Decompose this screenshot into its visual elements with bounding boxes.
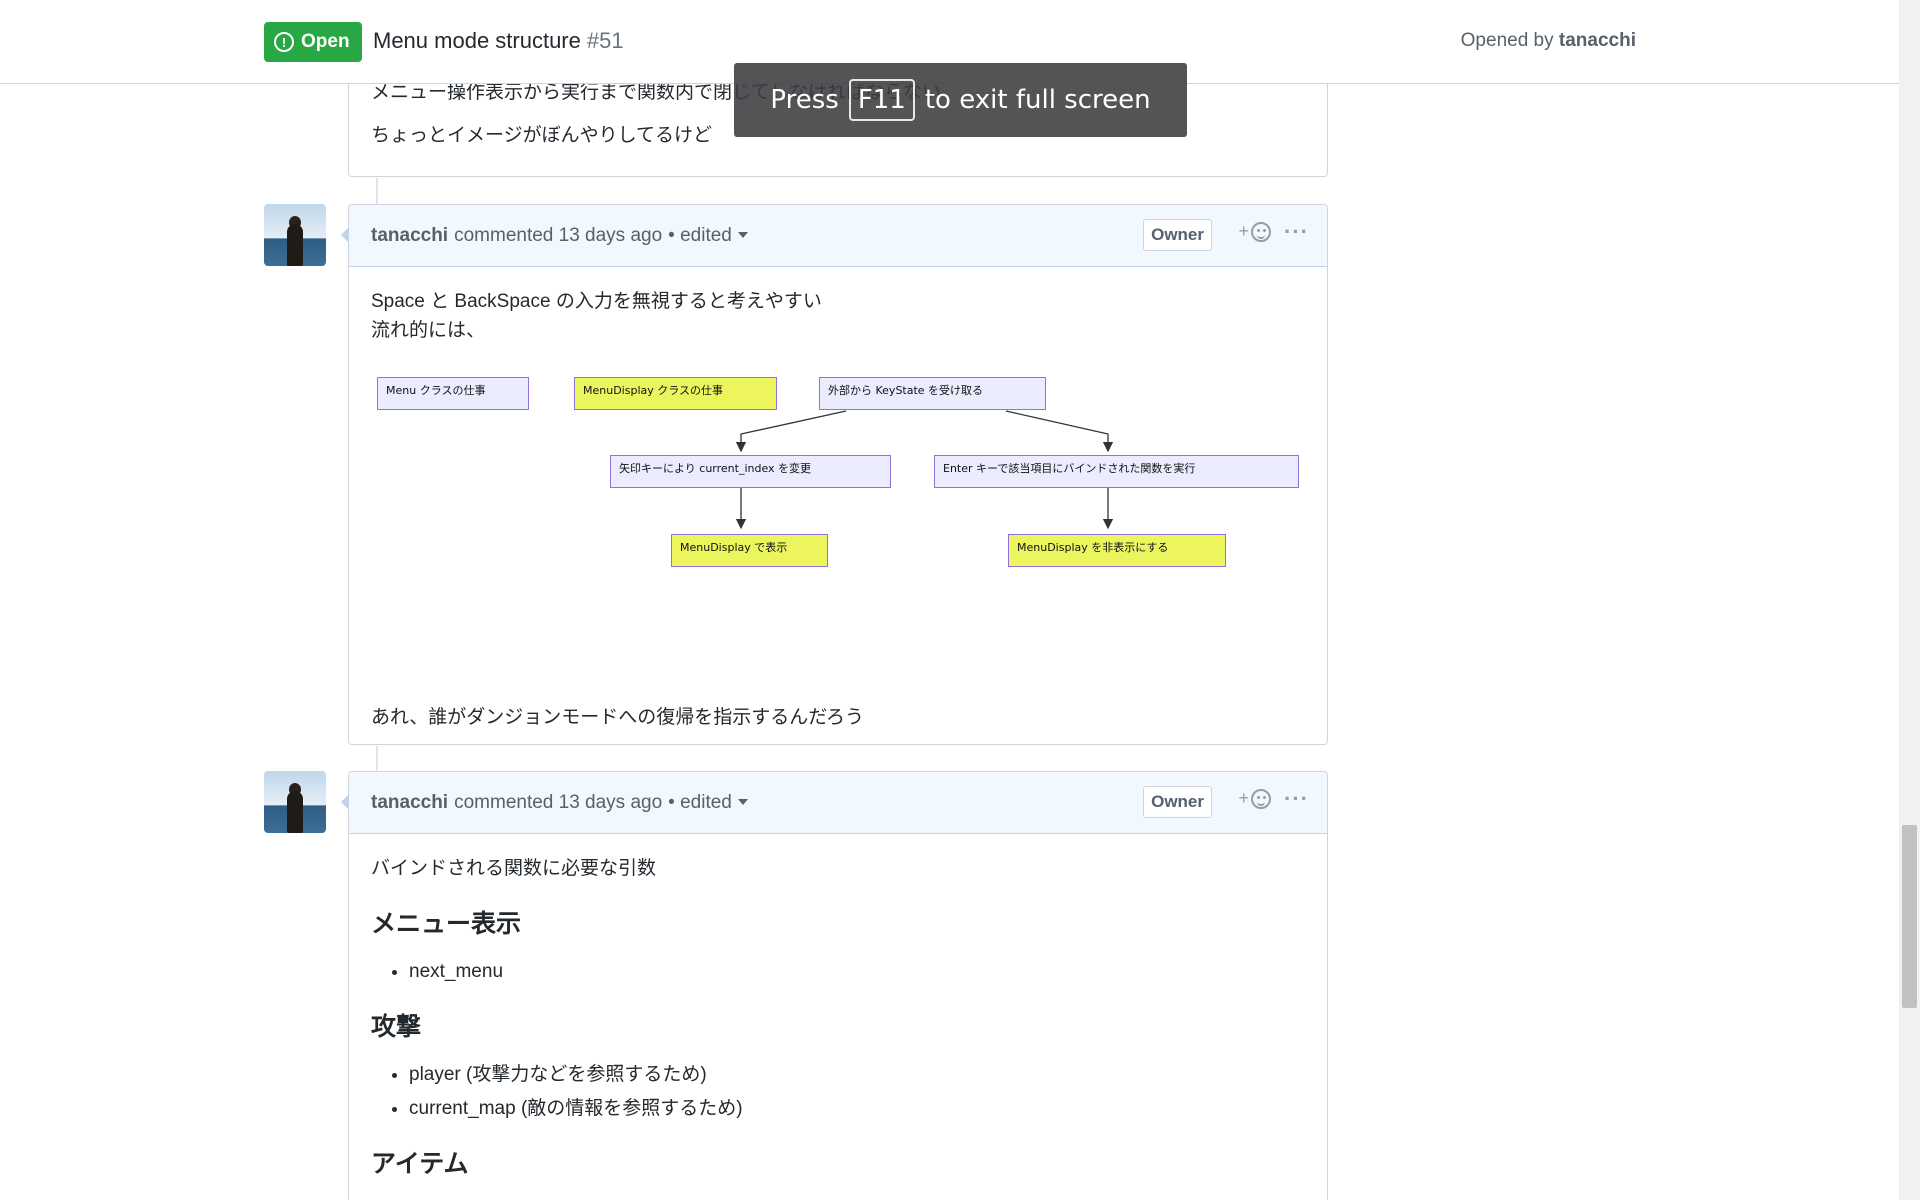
smiley-icon (1251, 221, 1271, 242)
fullscreen-notice-after: to exit full screen (924, 85, 1151, 115)
comment-author[interactable]: tanacchi (371, 792, 448, 814)
add-reaction-button[interactable]: + (1238, 221, 1271, 242)
comment-2: tanacchi commented 13 days ago • edited … (341, 771, 1328, 1200)
comment-line: あれ、誰がダンジョンモードへの復帰を指示するんだろう (371, 707, 865, 728)
owner-badge: Owner (1143, 786, 1212, 818)
comment-body: バインドされる関数に必要な引数 メニュー表示 next_menu 攻撃 play… (349, 834, 1327, 1200)
node-menu-class: Menu クラスの仕事 (377, 377, 529, 410)
page-scrollbar[interactable] (1899, 0, 1920, 1200)
comment-header: tanacchi commented 13 days ago • edited … (349, 772, 1327, 834)
edge-keystate-arrow (735, 410, 847, 453)
list-item: player (攻撃力などを参照するため) (409, 1060, 1305, 1089)
issue-title-text: Menu mode structure (373, 28, 581, 53)
edge-keystate-enter (1005, 410, 1114, 453)
flow-diagram: Menu クラスの仕事 MenuDisplay クラスの仕事 外部から KeyS… (371, 351, 1307, 651)
arg-list: next_menu (371, 957, 1305, 986)
fullscreen-key: F11 (848, 79, 915, 121)
issue-state-label: Open (301, 31, 350, 52)
node-display-show: MenuDisplay で表示 (671, 534, 828, 567)
comment-timestamp[interactable]: commented 13 days ago (454, 792, 662, 814)
comment-line: 流れ的には、 (371, 320, 486, 341)
node-menudisplay-class: MenuDisplay クラスの仕事 (574, 377, 777, 410)
comment-edited-dropdown[interactable]: • edited (668, 792, 748, 814)
opened-by-prefix: Opened by (1460, 30, 1554, 51)
node-arrow-key: 矢印キーにより current_index を変更 (610, 455, 891, 488)
owner-badge: Owner (1143, 219, 1212, 251)
opened-by-user[interactable]: tanacchi (1559, 30, 1636, 51)
fullscreen-notice: Press F11 to exit full screen (734, 63, 1187, 137)
comment-author[interactable]: tanacchi (371, 225, 448, 247)
avatar[interactable] (264, 204, 326, 266)
node-display-hide: MenuDisplay を非表示にする (1008, 534, 1226, 567)
comment-header: tanacchi commented 13 days ago • edited … (349, 205, 1327, 267)
comment-body: Space と BackSpace の入力を無視すると考えやすい 流れ的には、 … (349, 267, 1327, 754)
list-item: current_map (敵の情報を参照するため) (409, 1094, 1305, 1123)
section-heading: 攻撃 (371, 1013, 422, 1041)
comment-timestamp[interactable]: commented 13 days ago (454, 225, 662, 247)
issue-state-badge: ! Open (264, 22, 362, 62)
smiley-icon (1251, 788, 1271, 809)
issue-opened-icon: ! (274, 32, 294, 52)
list-item: next_menu (409, 957, 1305, 986)
comment-line: Space と BackSpace の入力を無視すると考えやすい (371, 291, 822, 312)
fullscreen-notice-before: Press (770, 85, 839, 115)
chevron-down-icon (737, 232, 748, 239)
add-reaction-button[interactable]: + (1238, 788, 1271, 809)
avatar[interactable] (264, 771, 326, 833)
issue-title: Menu mode structure #51 (373, 28, 624, 54)
scrollbar-thumb[interactable] (1902, 825, 1917, 1008)
comment-more-button[interactable]: ··· (1284, 221, 1309, 243)
node-enter-key: Enter キーで該当項目にバインドされた関数を実行 (934, 455, 1299, 488)
issue-number: #51 (586, 28, 624, 53)
timeline-connector (376, 178, 378, 204)
comment-line: バインドされる関数に必要な引数 (371, 858, 657, 879)
comment-1: tanacchi commented 13 days ago • edited … (341, 204, 1328, 745)
section-heading: メニュー表示 (371, 910, 522, 938)
comment-edited-dropdown[interactable]: • edited (668, 225, 748, 247)
opened-by: Opened by tanacchi (1461, 30, 1636, 52)
node-keystate: 外部から KeyState を受け取る (819, 377, 1046, 410)
section-heading: アイテム (371, 1150, 469, 1178)
chevron-down-icon (737, 799, 748, 806)
comment-more-button[interactable]: ··· (1284, 788, 1309, 810)
timeline-connector (376, 746, 378, 771)
arg-list: player (攻撃力などを参照するため) current_map (敵の情報を… (371, 1060, 1305, 1123)
